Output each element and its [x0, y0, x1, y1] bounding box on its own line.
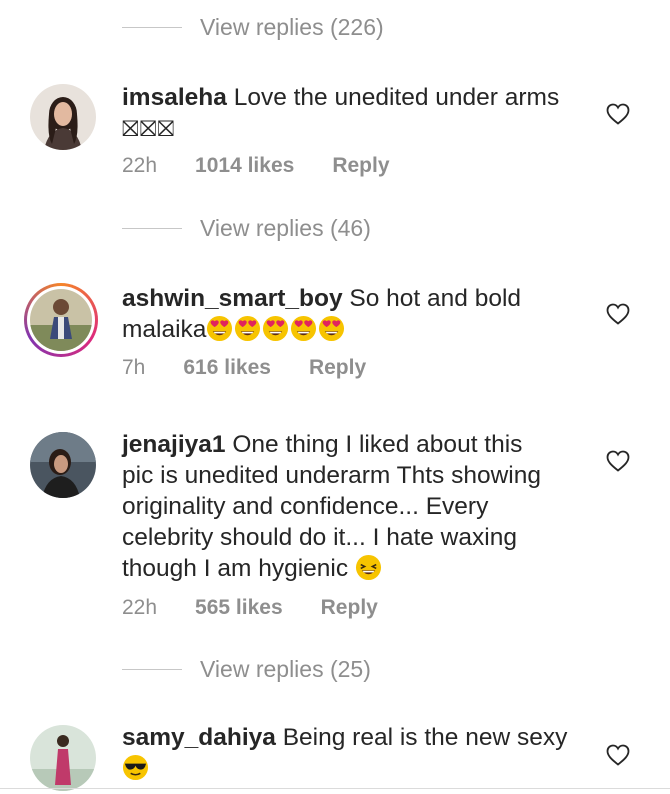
comment-time: 22h [122, 154, 158, 177]
view-replies-button[interactable]: View replies (46) [122, 215, 371, 242]
comment-meta: 22h 565 likes Reply [122, 596, 416, 620]
comment-body: jenajiya1 One thing I liked about this p… [122, 429, 592, 584]
view-replies-label: View replies (226) [200, 14, 384, 40]
comment-body: samy_dahiya Being real is the new sexy [122, 722, 582, 784]
comment-text-line: pic is unedited underarm Thts showing [122, 462, 542, 489]
comment-body: imsaleha Love the unedited under arms ⛝⛝… [122, 82, 582, 144]
sunglasses-emoji [122, 754, 149, 781]
divider-line [122, 27, 182, 28]
comment-text-line2: malaika [122, 316, 207, 343]
comment-likes[interactable]: 565 likes [195, 596, 283, 620]
view-replies-label: View replies (25) [200, 656, 371, 682]
divider-line [122, 669, 182, 670]
heart-eyes-emoji [291, 315, 317, 342]
reply-button[interactable]: Reply [332, 154, 389, 178]
emoji-row [206, 315, 346, 343]
comment-time: 22h [122, 596, 158, 619]
bottom-divider [0, 788, 670, 789]
comment-meta: 22h 1014 likes Reply [122, 154, 428, 178]
comment-text: Being real is the new sexy [282, 724, 568, 751]
comment-text-line: originality and confidence... Every [122, 493, 489, 520]
heart-eyes-emoji [235, 315, 261, 342]
user-avatar[interactable] [30, 432, 96, 498]
view-replies-button[interactable]: View replies (25) [122, 656, 371, 683]
comment-username[interactable]: ashwin_smart_boy [122, 285, 343, 312]
heart-eyes-emoji [263, 315, 289, 342]
avatar-photo [30, 289, 92, 351]
heart-outline-icon[interactable] [606, 450, 630, 472]
comment-username[interactable]: samy_dahiya [122, 724, 276, 751]
heart-eyes-emoji [319, 315, 345, 342]
view-replies-label: View replies (46) [200, 215, 371, 241]
comment-text-line: though I am hygienic [122, 555, 349, 582]
comment-username[interactable]: imsaleha [122, 84, 227, 111]
heart-outline-icon[interactable] [606, 744, 630, 766]
comment-text-line: celebrity should do it... I hate waxing [122, 524, 517, 551]
comment-likes[interactable]: 1014 likes [195, 154, 294, 178]
grinning-squint-emoji [355, 554, 381, 581]
user-avatar-story-ring[interactable] [24, 283, 98, 357]
heart-outline-icon[interactable] [606, 103, 630, 125]
comment-username[interactable]: jenajiya1 [122, 431, 226, 458]
heart-eyes-emoji [207, 315, 233, 342]
user-avatar[interactable] [30, 84, 96, 150]
divider-line [122, 228, 182, 229]
heart-outline-icon[interactable] [606, 303, 630, 325]
comment-time: 7h [122, 356, 146, 379]
comment-meta: 7h 616 likes Reply [122, 356, 404, 380]
comment-body: ashwin_smart_boy So hot and bold malaika [122, 283, 582, 345]
user-avatar[interactable] [30, 725, 96, 791]
comment-text: One thing I liked about this [232, 431, 523, 458]
comment-text: Love the unedited under arms [233, 84, 560, 111]
comment-likes[interactable]: 616 likes [183, 356, 271, 380]
avatar-ring-inner [27, 286, 95, 354]
comment-text-glyphs: ⛝⛝⛝ [122, 116, 176, 141]
reply-button[interactable]: Reply [309, 356, 366, 380]
comment-text: So hot and bold [349, 285, 522, 312]
reply-button[interactable]: Reply [321, 596, 378, 620]
view-replies-button[interactable]: View replies (226) [122, 14, 384, 41]
